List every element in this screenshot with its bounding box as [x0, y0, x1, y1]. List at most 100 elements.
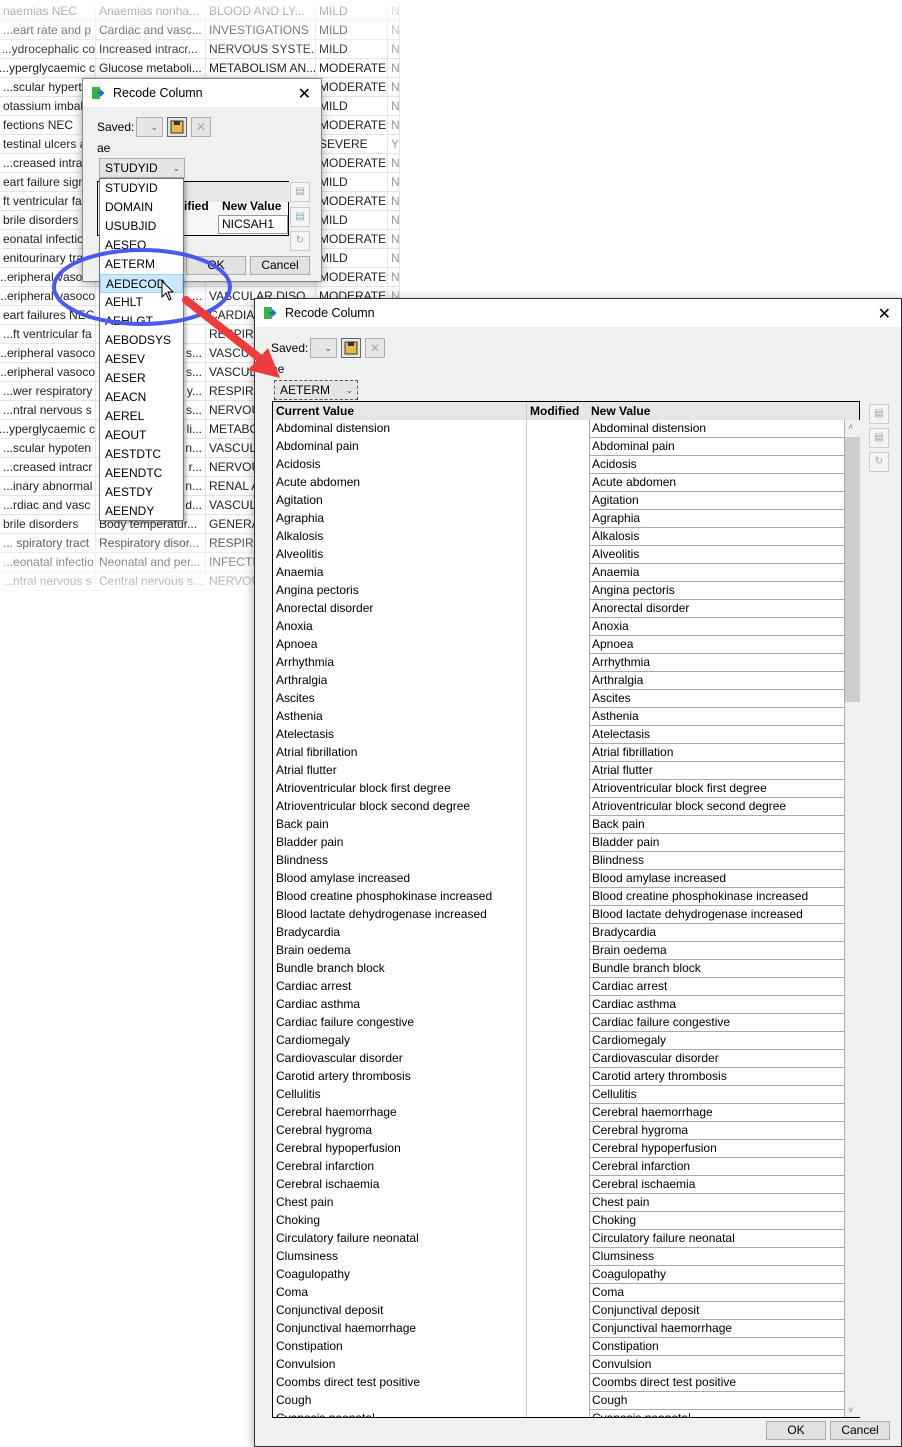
table-cell[interactable]: yperglycaemic c...	[0, 420, 96, 438]
saved-dropdown[interactable]: ⌄	[310, 338, 337, 358]
new-value-cell[interactable]: Chest pain	[589, 1194, 845, 1212]
dropdown-option[interactable]: AEBODSYS	[100, 331, 183, 350]
table-cell[interactable]: rdiac and vasc...	[0, 496, 96, 514]
dropdown-option[interactable]: AEOUT	[100, 426, 183, 445]
new-value-cell[interactable]: Coma	[589, 1284, 845, 1302]
dropdown-option[interactable]: AEDECOD	[100, 274, 183, 293]
new-value-cell[interactable]: Anoxia	[589, 618, 845, 636]
new-value-cell[interactable]: Atrioventricular block second degree	[589, 798, 845, 816]
new-value-cell[interactable]: Blindness	[589, 852, 845, 870]
new-value-cell[interactable]: Apnoea	[589, 636, 845, 654]
new-value-cell[interactable]: Carotid artery thrombosis	[589, 1068, 845, 1086]
new-value-cell[interactable]: Ascites	[589, 690, 845, 708]
table-cell[interactable]: eripheral vasoco...	[0, 363, 96, 381]
table-cell[interactable]: ntral nervous s...	[0, 401, 96, 419]
dropdown-option[interactable]: USUBJID	[100, 217, 183, 236]
dropdown-option[interactable]: AESER	[100, 369, 183, 388]
refresh-icon[interactable]: ↻	[290, 231, 310, 251]
new-value-cell[interactable]: Blood creatine phosphokinase increased	[589, 888, 845, 906]
table-cell[interactable]: spiratory tract ...	[0, 534, 96, 552]
new-value-cell[interactable]: Cyanosis neonatal	[589, 1410, 845, 1417]
new-value-cell[interactable]: Coombs direct test positive	[589, 1374, 845, 1392]
close-icon[interactable]: ✕	[298, 84, 311, 104]
new-value-cell[interactable]: Asthenia	[589, 708, 845, 726]
new-value-cell[interactable]: Constipation	[589, 1338, 845, 1356]
dropdown-option[interactable]: STUDYID	[100, 179, 183, 198]
new-value-cell[interactable]: Cough	[589, 1392, 845, 1410]
dropdown-option[interactable]: AEENDTC	[100, 464, 183, 483]
new-value-cell[interactable]: Blood lactate dehydrogenase increased	[589, 906, 845, 924]
new-value-cell[interactable]: Blood amylase increased	[589, 870, 845, 888]
table-cell[interactable]: MODERATE	[316, 116, 388, 134]
new-value-cell[interactable]: Cellulitis	[589, 1086, 845, 1104]
table-cell[interactable]: N	[388, 268, 400, 286]
table-cell[interactable]: naemias NEC	[0, 2, 96, 20]
new-value-cell[interactable]: Cerebral ischaemia	[589, 1176, 845, 1194]
new-value-cell[interactable]: Atrial fibrillation	[589, 744, 845, 762]
table-cell[interactable]: N	[388, 249, 400, 267]
new-value-cell[interactable]: Bladder pain	[589, 834, 845, 852]
new-value-cell[interactable]: Agitation	[589, 492, 845, 510]
table-cell[interactable]: N	[388, 192, 400, 210]
cancel-button[interactable]: Cancel	[830, 1421, 890, 1440]
table-cell[interactable]: wer respiratory...	[0, 382, 96, 400]
new-value-cell[interactable]: Anaemia	[589, 564, 845, 582]
table-cell[interactable]: eonatal infectio...	[0, 553, 96, 571]
new-value-cell[interactable]: Cardiac asthma	[589, 996, 845, 1014]
header-modified[interactable]: Modified	[527, 402, 589, 420]
table-cell[interactable]: MODERATE	[316, 268, 388, 286]
dropdown-option[interactable]: AESEQ	[100, 236, 183, 255]
new-value-cell[interactable]: Convulsion	[589, 1356, 845, 1374]
table-cell[interactable]: MILD	[316, 211, 388, 229]
copy-values-icon[interactable]: ▤	[869, 404, 889, 424]
dropdown-option[interactable]: AESTDY	[100, 483, 183, 502]
dropdown-option[interactable]: AEACN	[100, 388, 183, 407]
new-value-cell[interactable]: Atelectasis	[589, 726, 845, 744]
table-cell[interactable]: scular hypoten...	[0, 439, 96, 457]
new-value-cell[interactable]: Acute abdomen	[589, 474, 845, 492]
new-value-cell[interactable]: Acidosis	[589, 456, 845, 474]
table-cell[interactable]: Anaemias nonha...	[96, 2, 206, 20]
table-cell[interactable]: SEVERE	[316, 135, 388, 153]
save-icon[interactable]	[341, 338, 361, 358]
saved-dropdown[interactable]: ⌄	[136, 117, 163, 137]
ok-button[interactable]: OK	[766, 1421, 826, 1440]
dropdown-option[interactable]: DOMAIN	[100, 198, 183, 217]
table-cell[interactable]: ydrocephalic co...	[0, 40, 96, 58]
table-cell[interactable]: N	[388, 173, 400, 191]
table-cell[interactable]: Y	[388, 135, 400, 153]
table-cell[interactable]: ntral nervous s...	[0, 572, 96, 590]
table-cell[interactable]: Glucose metaboli...	[96, 59, 206, 77]
new-value-cell[interactable]: Cerebral haemorrhage	[589, 1104, 845, 1122]
table-cell[interactable]: yperglycaemic c...	[0, 59, 96, 77]
new-value-cell[interactable]: Alveolitis	[589, 546, 845, 564]
copy-values-icon[interactable]: ▤	[290, 207, 310, 227]
delete-icon[interactable]: ✕	[365, 338, 385, 358]
table-cell[interactable]: brile disorders	[0, 515, 96, 533]
table-cell[interactable]: Respiratory disor...	[96, 534, 206, 552]
dropdown-option[interactable]: AEHLGT	[100, 312, 183, 331]
new-value-cell[interactable]: Cardiac failure congestive	[589, 1014, 845, 1032]
table-cell[interactable]: MILD	[316, 21, 388, 39]
table-cell[interactable]: NERVOUS SYSTE...	[206, 40, 316, 58]
table-cell[interactable]: MODERATE	[316, 78, 388, 96]
new-value-cell[interactable]: Atrial flutter	[589, 762, 845, 780]
new-value-cell[interactable]: Brain oedema	[589, 942, 845, 960]
cancel-button[interactable]: Cancel	[250, 256, 310, 275]
table-cell[interactable]: N	[388, 78, 400, 96]
new-value-cell[interactable]: Conjunctival haemorrhage	[589, 1320, 845, 1338]
new-value-cell[interactable]: Bradycardia	[589, 924, 845, 942]
dropdown-option[interactable]: AEENDY	[100, 502, 183, 521]
table-cell[interactable]: MODERATE	[316, 154, 388, 172]
table-cell[interactable]: Neonatal and per...	[96, 553, 206, 571]
table-cell[interactable]: N	[388, 59, 400, 77]
new-value-cell[interactable]: Arthralgia	[589, 672, 845, 690]
delete-icon[interactable]: ✕	[191, 117, 211, 137]
new-value-cell[interactable]: Cerebral hypoperfusion	[589, 1140, 845, 1158]
table-cell[interactable]: inary abnormal...	[0, 477, 96, 495]
new-value-cell[interactable]: Alkalosis	[589, 528, 845, 546]
copy-values-icon[interactable]: ▤	[869, 428, 889, 448]
table-cell[interactable]: BLOOD AND LY...	[206, 2, 316, 20]
table-cell[interactable]: MILD	[316, 249, 388, 267]
table-cell[interactable]: MILD	[316, 2, 388, 20]
